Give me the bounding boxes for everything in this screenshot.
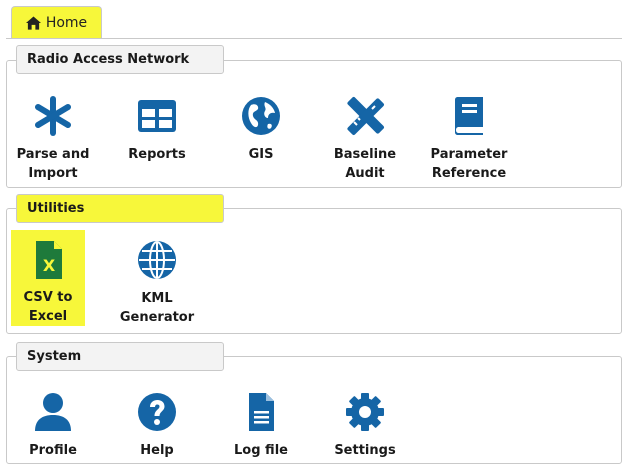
book-icon	[455, 97, 483, 135]
tile-label: Parameter Reference	[430, 147, 508, 181]
tab-home[interactable]: Home	[11, 6, 102, 38]
pencil-ruler-icon	[347, 97, 384, 135]
tile-log-file[interactable]: Log file	[219, 382, 303, 460]
tile-gis[interactable]: GIS	[219, 86, 303, 164]
tile-settings[interactable]: Settings	[323, 382, 407, 460]
tile-label: CSV to Excel	[23, 290, 73, 324]
tile-label: Profile	[29, 443, 77, 458]
tab-bar: Home	[6, 0, 622, 39]
tile-parameter-reference[interactable]: Parameter Reference	[427, 86, 511, 183]
tile-label: Help	[140, 443, 174, 458]
excel-file-icon: X	[36, 240, 62, 279]
tile-label: GIS	[248, 147, 274, 162]
file-text-icon	[249, 393, 274, 431]
asterisk-icon	[35, 96, 71, 136]
section-utilities	[6, 208, 622, 334]
tile-csv-to-excel[interactable]: X CSV to Excel	[11, 230, 85, 326]
tile-profile[interactable]: Profile	[11, 382, 95, 460]
section-title-radio-access-network: Radio Access Network	[16, 45, 224, 74]
gear-icon	[346, 393, 384, 431]
tile-parse-and-import[interactable]: Parse and Import	[11, 86, 95, 183]
tile-label: KML Generator	[119, 291, 195, 325]
home-icon	[25, 15, 41, 30]
section-radio-access-network	[6, 60, 622, 188]
question-circle-icon	[138, 393, 176, 431]
tile-label: Baseline Audit	[333, 147, 397, 181]
globe-americas-icon	[242, 97, 280, 135]
section-title-system: System	[16, 342, 224, 371]
tile-baseline-audit[interactable]: Baseline Audit	[323, 86, 407, 183]
user-icon	[35, 393, 71, 431]
tile-kml-generator[interactable]: KML Generator	[115, 230, 199, 327]
globe-grid-icon	[138, 241, 176, 279]
section-title-utilities: Utilities	[16, 194, 224, 223]
tile-label: Settings	[334, 443, 396, 458]
svg-text:X: X	[43, 256, 56, 275]
table-icon	[138, 100, 176, 132]
section-system	[6, 356, 622, 464]
tile-label: Reports	[128, 147, 186, 162]
tile-label: Log file	[234, 443, 288, 458]
tile-label: Parse and Import	[16, 147, 90, 181]
tile-help[interactable]: Help	[115, 382, 199, 460]
tab-home-label: Home	[45, 14, 88, 31]
tile-reports[interactable]: Reports	[115, 86, 199, 164]
